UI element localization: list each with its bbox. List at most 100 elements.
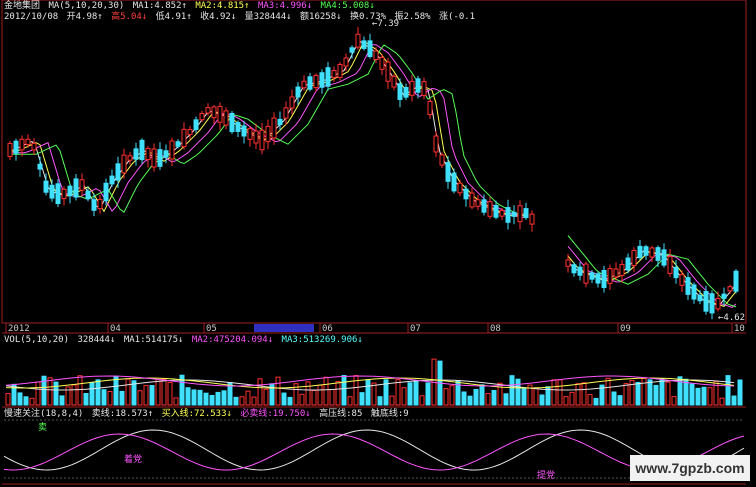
candle-body [235,122,241,132]
x-tick-label: 07 [410,324,421,334]
volume-bar [521,388,527,406]
volume-bar [509,375,515,406]
candle-body [25,138,31,145]
quote-close: 收4.92↓ [200,12,237,22]
volume-bar [47,377,53,406]
candle-body [133,148,139,160]
candle-body [637,245,643,259]
volume-bar [689,383,695,406]
volume-bar [539,394,545,406]
volume-bar [113,375,119,406]
ma-label: MA(5,10,20,30) [48,1,125,11]
candle-body [469,192,475,208]
vol-ma2: MA2:475204.094↓ [191,335,274,345]
candle-body [73,178,79,198]
candle-body [427,100,433,116]
volume-bar [593,397,599,406]
candle-body [7,143,13,157]
candle-body [529,213,535,225]
candle-body [613,268,619,278]
ind-label: 慢速关注(18,8,4) [4,409,84,419]
candle-body [661,249,667,266]
volume-bar [551,379,557,406]
candle-body [439,154,445,166]
candle-body [619,264,625,276]
candle-body [337,63,343,79]
volume-bar [653,384,659,406]
candle-body [139,139,145,161]
volume-bar [17,392,23,406]
vol-ma3: MA3:513269.906↓ [281,335,363,345]
candle-body [391,75,397,88]
volume-bar [485,393,491,406]
volume-bar [605,377,611,406]
candle-body [727,286,733,292]
candle-body [169,140,175,160]
candle-body [13,140,19,154]
vol-value: 328444↓ [77,335,116,345]
candle-body [121,154,127,174]
volume-bar [611,391,617,406]
candle-body [331,70,337,78]
volume-bar [311,389,317,406]
candle-body [289,96,295,109]
candle-body [673,266,679,279]
volume-bar [413,380,419,406]
candle-body [265,125,271,143]
candle-body [103,182,109,202]
volume-bar [443,388,449,406]
volume-bar [665,381,671,406]
ma3-value: MA3:4.996↓ [257,1,313,11]
volume-header: VOL(5,10,20) 328444↓ MA1:514175↓ MA2:475… [4,335,366,346]
ind-sell: 卖线:18.573↑ [91,409,154,419]
candle-body [505,207,511,223]
volume-bar [143,385,149,406]
candle-body [295,86,301,98]
candle-body [373,50,379,61]
vol-label: VOL(5,10,20) [4,335,70,345]
x-tick-label: 05 [206,324,217,334]
candle-body [97,198,103,210]
candle-body [589,272,595,280]
candle-body [415,78,421,93]
candle-body [433,135,439,153]
indicator-label: 卖 [38,422,47,433]
volume-bar [479,384,485,406]
candle-body [157,149,163,167]
volume-bar [467,395,473,406]
candle-body [241,125,247,137]
candle-body [709,293,715,314]
candle-body [379,56,385,70]
candle-body [457,182,463,194]
candle-body [199,113,205,121]
quote-low: 低4.91↑ [155,12,192,22]
candle-body [145,147,151,161]
volume-bar [197,389,203,406]
volume-bar [323,376,329,406]
candle-body [517,205,523,223]
volume-bar [677,376,683,406]
volume-bar [137,390,143,406]
candle-body [247,128,253,140]
x-tick-label: 06 [322,324,333,334]
volume-bar [335,381,341,406]
ind-bottom: 触底线:9 [370,409,409,419]
low-price-label: ←4.62 [718,313,745,323]
volume-bar [635,381,641,406]
watermark: www.7gpzb.com [630,455,750,481]
volume-bar [581,382,587,406]
volume-bar [41,375,47,406]
candle-body [37,163,43,170]
volume-bar [491,389,497,406]
volume-bar [623,383,629,406]
volume-bar [161,378,167,406]
quote-open: 开4.98↑ [66,12,103,22]
candle-body [319,72,325,88]
candle-body [595,273,601,284]
volume-bar [701,386,707,406]
candle-body [217,105,223,123]
volume-bar [119,390,125,406]
candle-body [277,118,283,126]
candle-body [721,293,727,299]
volume-bar [149,385,155,406]
